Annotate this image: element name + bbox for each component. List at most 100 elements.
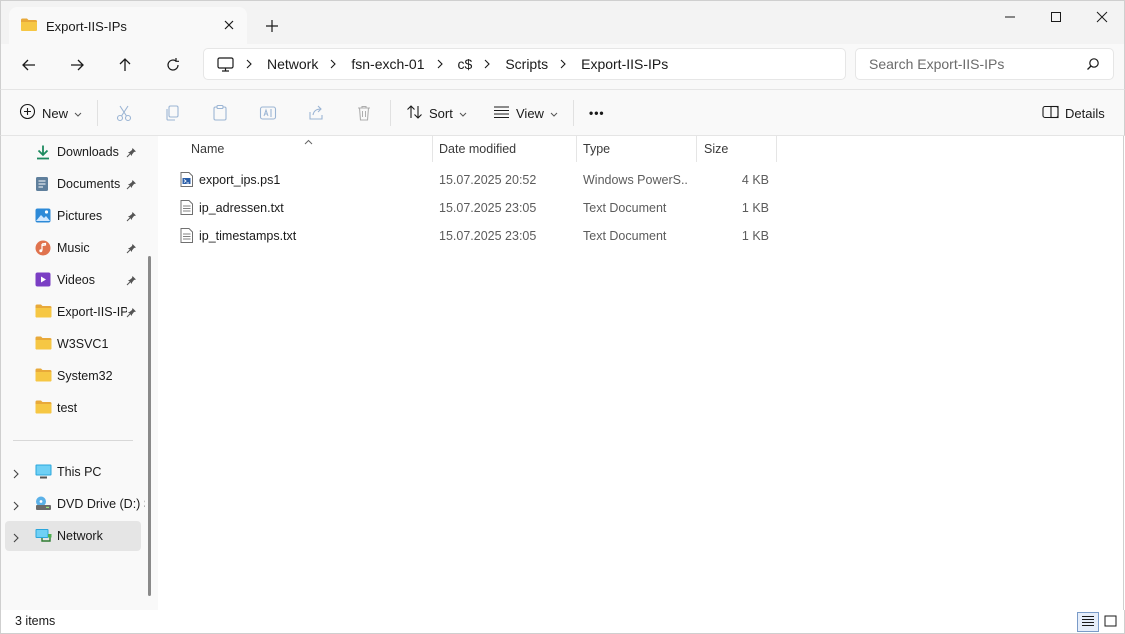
pin-icon[interactable]	[126, 178, 137, 193]
status-bar: 3 items	[0, 610, 1125, 634]
details-pane-button[interactable]: Details	[1042, 102, 1105, 124]
pin-icon[interactable]	[126, 146, 137, 161]
sidebar-item-music[interactable]: Music	[5, 233, 141, 263]
share-icon[interactable]	[307, 102, 325, 124]
file-row[interactable]: ip_adressen.txt 15.07.2025 23:05 Text Do…	[174, 194, 774, 222]
folder-icon	[35, 368, 52, 385]
chevron-down-icon	[550, 106, 558, 121]
text-file-icon	[180, 200, 193, 218]
details-view-icon	[1081, 615, 1095, 630]
sidebar-item-label: System32	[57, 369, 113, 383]
sidebar-item-dvd-drive[interactable]: DVD Drive (D:) S	[5, 489, 145, 519]
file-list: Name Date modified Type Size export_ips.…	[158, 136, 1124, 610]
chevron-right-icon[interactable]	[13, 531, 19, 546]
sidebar-item-this-pc[interactable]: This PC	[5, 457, 141, 487]
chevron-down-icon	[459, 106, 467, 121]
search-box[interactable]	[855, 48, 1114, 80]
sidebar-item-network[interactable]: Network	[5, 521, 141, 551]
column-divider[interactable]	[696, 136, 697, 162]
sidebar-item-label: This PC	[57, 465, 102, 479]
more-icon: •••	[589, 106, 605, 120]
file-date: 15.07.2025 20:52	[439, 173, 537, 187]
sidebar-item-downloads[interactable]: Downloads	[5, 137, 141, 167]
column-header-name[interactable]: Name	[191, 136, 224, 162]
folder-icon	[35, 304, 52, 321]
up-icon[interactable]	[111, 54, 139, 76]
minimize-icon[interactable]	[987, 7, 1033, 27]
file-row[interactable]: export_ips.ps1 15.07.2025 20:52 Windows …	[174, 166, 774, 194]
sort-button[interactable]: Sort	[406, 102, 467, 124]
sidebar-item-videos[interactable]: Videos	[5, 265, 141, 295]
address-bar[interactable]: Network fsn-exch-01 c$ Scripts Export-II…	[203, 48, 846, 80]
pin-icon[interactable]	[126, 306, 137, 321]
forward-icon[interactable]	[63, 54, 91, 76]
maximize-icon[interactable]	[1033, 7, 1079, 27]
file-type: Text Document	[583, 229, 667, 243]
breadcrumb-share[interactable]: c$	[458, 56, 473, 72]
chevron-right-icon[interactable]	[13, 499, 19, 514]
sidebar-item-documents[interactable]: Documents	[5, 169, 141, 199]
plus-circle-icon	[19, 103, 36, 123]
file-row[interactable]: ip_timestamps.txt 15.07.2025 23:05 Text …	[174, 222, 774, 250]
view-label: View	[516, 105, 544, 121]
breadcrumb-current[interactable]: Export-IIS-IPs	[581, 56, 668, 72]
pin-icon[interactable]	[126, 274, 137, 289]
pin-icon[interactable]	[126, 210, 137, 225]
close-tab-icon[interactable]	[221, 17, 237, 33]
sidebar-item-test[interactable]: test	[5, 393, 141, 423]
details-view-button[interactable]	[1077, 612, 1099, 632]
sidebar-item-export-iis-ips[interactable]: Export-IIS-IPs	[5, 297, 141, 327]
toolbar-divider	[97, 100, 98, 126]
column-divider[interactable]	[776, 136, 777, 162]
breadcrumb-network[interactable]: Network	[267, 56, 318, 72]
delete-icon[interactable]	[355, 102, 373, 124]
search-icon[interactable]	[1086, 57, 1100, 74]
rename-icon[interactable]	[259, 102, 277, 124]
folder-icon	[35, 336, 52, 353]
more-options-button[interactable]: •••	[589, 102, 605, 124]
back-icon[interactable]	[15, 54, 43, 76]
folder-icon	[20, 17, 38, 35]
sidebar-item-system32[interactable]: System32	[5, 361, 141, 391]
sidebar-item-w3svc1[interactable]: W3SVC1	[5, 329, 141, 359]
this-pc-icon[interactable]	[217, 56, 234, 72]
column-header-date[interactable]: Date modified	[439, 136, 516, 162]
column-divider[interactable]	[432, 136, 433, 162]
column-divider[interactable]	[576, 136, 577, 162]
close-window-icon[interactable]	[1079, 7, 1125, 27]
breadcrumb-scripts[interactable]: Scripts	[505, 56, 548, 72]
refresh-icon[interactable]	[159, 54, 187, 76]
tiles-view-button[interactable]	[1099, 612, 1121, 632]
sidebar-item-pictures[interactable]: Pictures	[5, 201, 141, 231]
pin-icon[interactable]	[126, 242, 137, 257]
sort-ascending-icon	[304, 133, 313, 148]
this-pc-icon	[35, 464, 52, 482]
chevron-right-icon[interactable]	[437, 58, 447, 70]
copy-icon[interactable]	[163, 102, 181, 124]
tab-export-iis-ips[interactable]: Export-IIS-IPs	[9, 7, 247, 45]
new-button[interactable]: New	[19, 102, 82, 124]
chevron-right-icon[interactable]	[484, 58, 494, 70]
new-tab-icon[interactable]	[263, 17, 281, 35]
breadcrumb-server[interactable]: fsn-exch-01	[351, 56, 424, 72]
column-header-type[interactable]: Type	[583, 136, 610, 162]
column-header-size[interactable]: Size	[704, 136, 728, 162]
chevron-right-icon[interactable]	[246, 58, 256, 70]
paste-icon[interactable]	[211, 102, 229, 124]
chevron-right-icon[interactable]	[330, 58, 340, 70]
toolbar-divider	[390, 100, 391, 126]
sidebar-divider	[13, 440, 133, 441]
download-icon	[35, 144, 51, 163]
music-icon	[35, 240, 51, 259]
chevron-down-icon	[74, 106, 82, 121]
chevron-right-icon[interactable]	[13, 467, 19, 482]
chevron-right-icon[interactable]	[560, 58, 570, 70]
tab-title: Export-IIS-IPs	[46, 18, 127, 34]
cut-icon[interactable]	[115, 102, 133, 124]
sidebar-scrollbar[interactable]	[148, 256, 151, 596]
toolbar-divider	[573, 100, 574, 126]
dvd-drive-icon	[35, 496, 52, 514]
view-button[interactable]: View	[493, 102, 558, 124]
search-input[interactable]	[869, 49, 1079, 79]
sidebar-item-label: Pictures	[57, 209, 103, 223]
